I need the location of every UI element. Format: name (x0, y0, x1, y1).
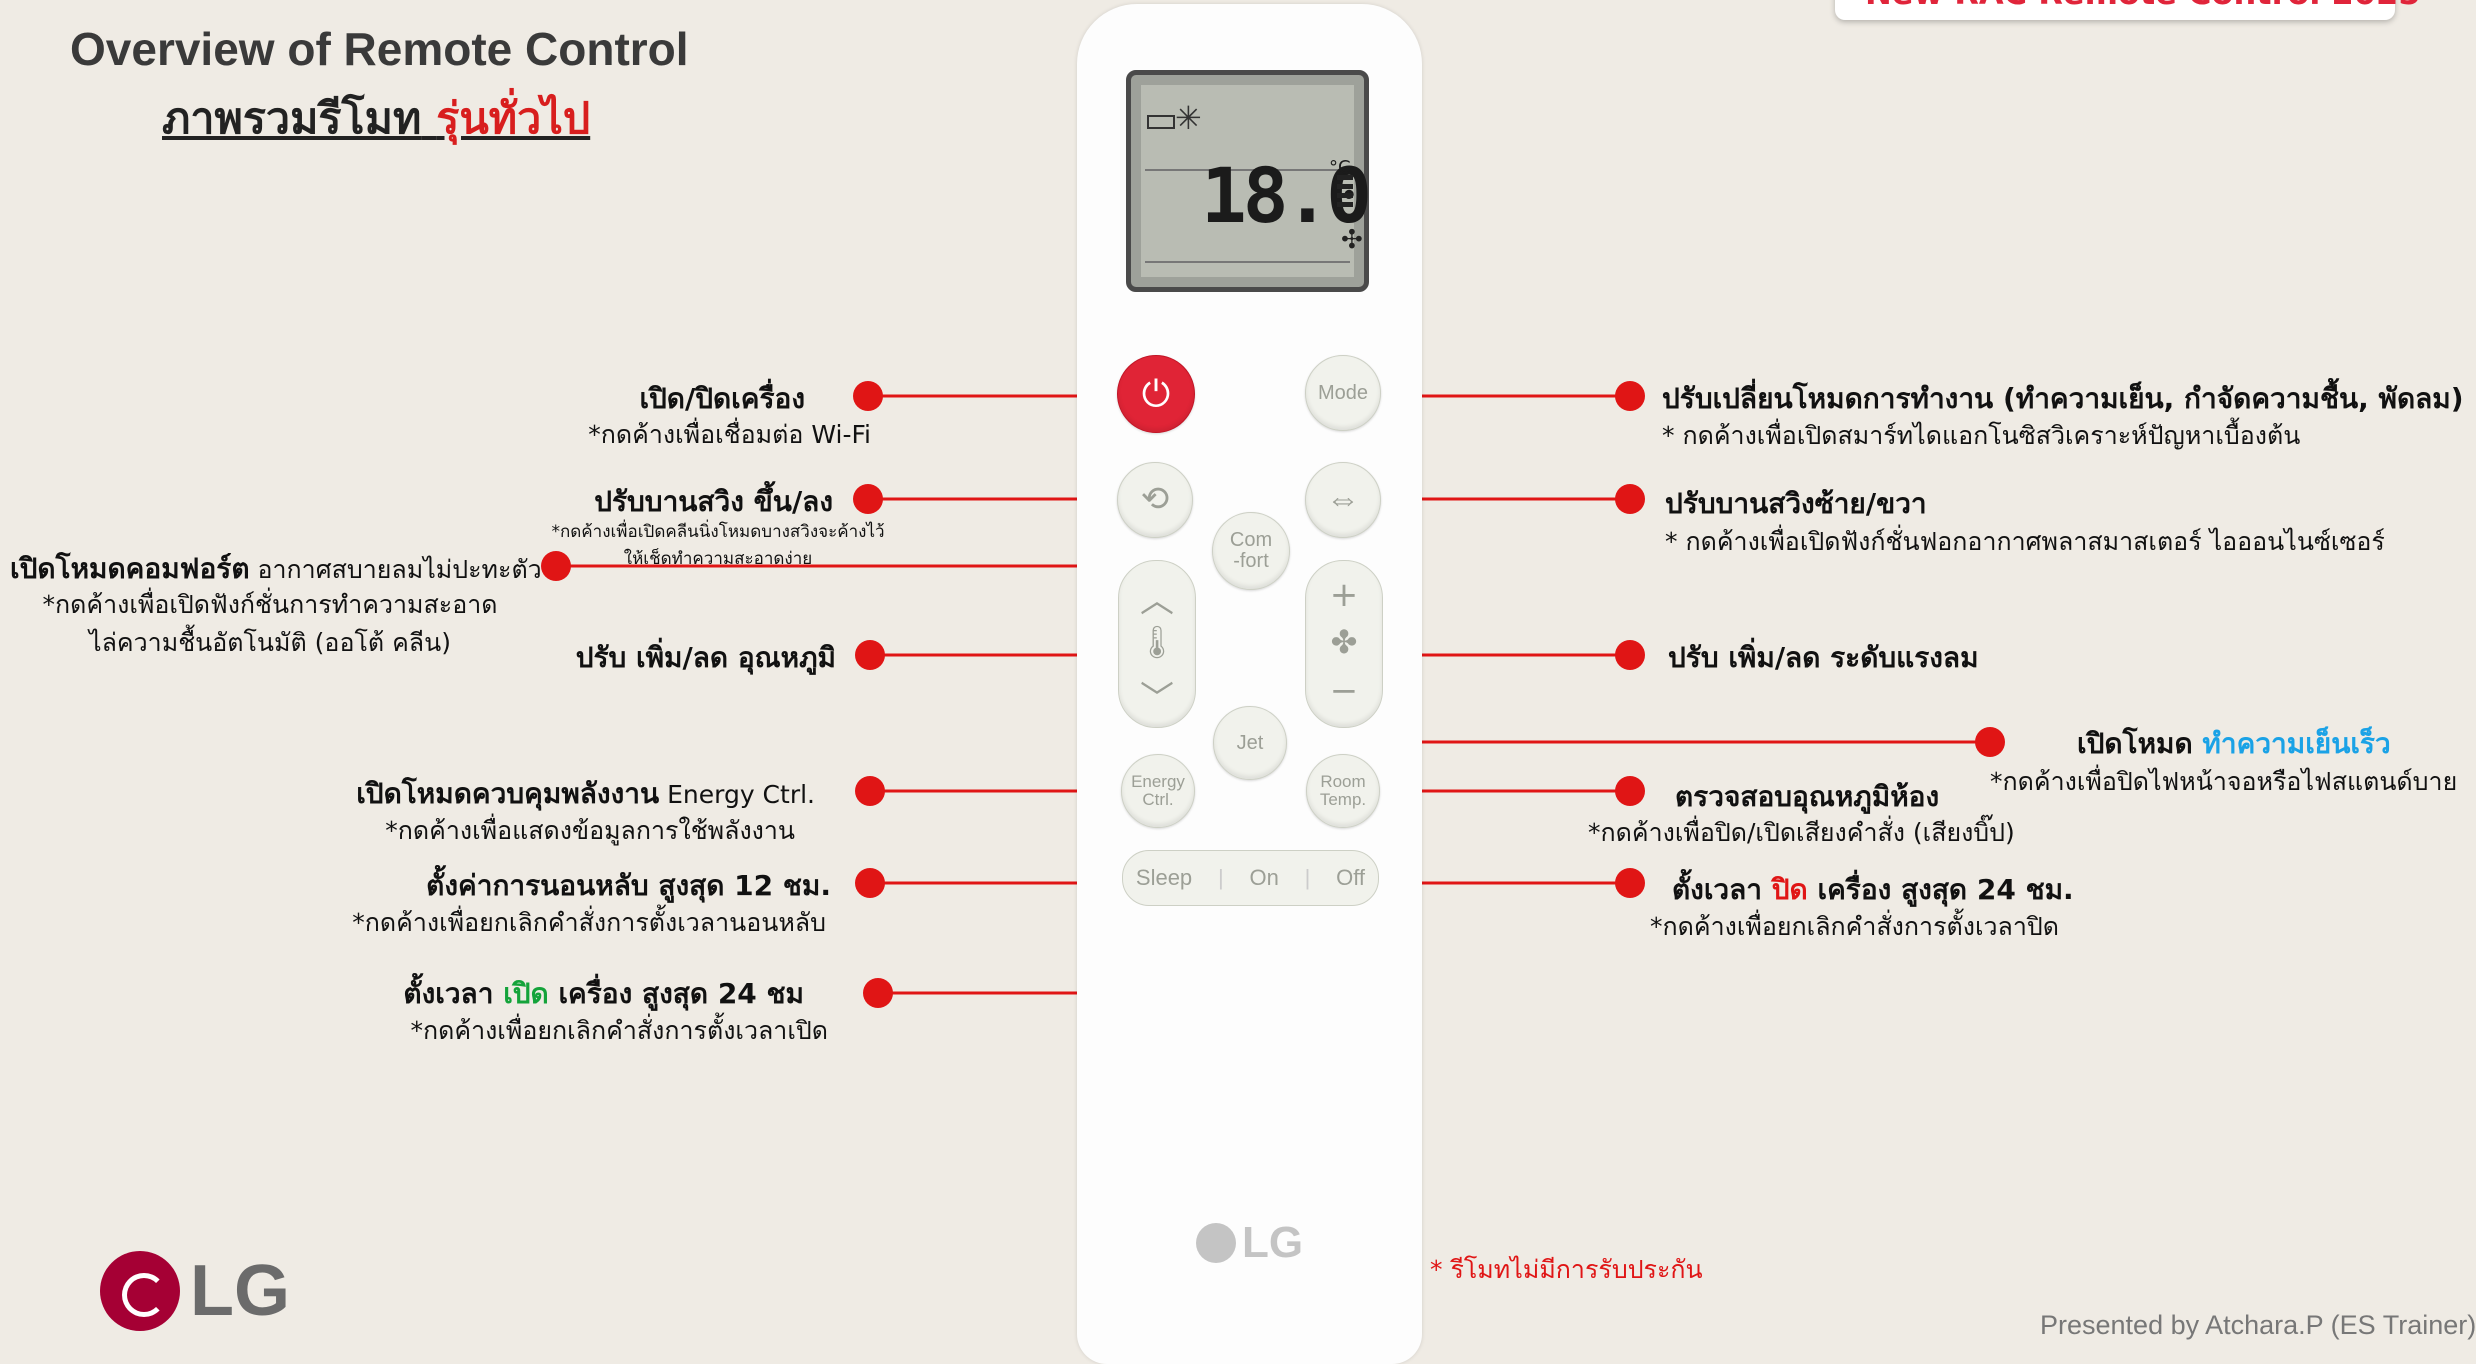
sleep-button[interactable]: Sleep (1136, 865, 1192, 891)
mode-button[interactable]: Mode (1305, 355, 1381, 431)
dot-jet (1975, 727, 2005, 757)
energy-ctrl-button[interactable]: Energy Ctrl. (1121, 754, 1195, 828)
callout-energy-note: *กดค้างเพื่อแสดงข้อมูลการใช้พลังงาน (385, 816, 795, 845)
callout-mode-title: ปรับเปลี่ยนโหมดการทำงาน (ทำความเย็น, กำจ… (1662, 382, 2464, 415)
callout-comfort: เปิดโหมดคอมฟอร์ต อากาศสบายลมไม่ปะทะตัว (10, 547, 542, 591)
callout-off-timer-title: ตั้งเวลา ปิด เครื่อง สูงสุด 24 ชม. (1672, 873, 2074, 906)
callout-jet-note: *กดค้างเพื่อปิดไฟหน้าจอหรือไฟสแตนด์บาย (1990, 767, 2458, 796)
thermometer-icon: 🌡 (1136, 623, 1178, 661)
jet-button-label: Jet (1236, 731, 1264, 754)
dot-on-timer (863, 978, 893, 1008)
callout-off-timer-note: *กดค้างเพื่อยกเลิกคำสั่งการตั้งเวลาปิด (1650, 912, 2059, 941)
callout-comfort-note: *กดค้างเพื่อเปิดฟังก์ชั่นการทำความสะอาดไ… (42, 590, 498, 657)
callout-swing-h-title: ปรับบานสวิงซ้าย/ขวา (1665, 487, 1927, 520)
dot-room (1615, 776, 1645, 806)
mode-button-label: Mode (1317, 381, 1369, 404)
callout-swing-v-note: *กดค้างเพื่อเปิดคลีนนิ่งโหมดบางสวิงจะค้า… (551, 522, 885, 569)
lcd-display: ✳ 18.0 °C ✣ (1126, 70, 1372, 292)
callout-energy-title: เปิดโหมดควบคุมพลังงาน (356, 777, 660, 810)
dot-mode (1615, 381, 1645, 411)
dot-swing-v (853, 484, 883, 514)
callout-temp-title: ปรับ เพิ่ม/ลด อุณหภูมิ (575, 641, 836, 674)
remote-brand: LG (1196, 1218, 1303, 1268)
jet-button[interactable]: Jet (1213, 706, 1287, 780)
callout-jet-title: เปิดโหมด ทำความเย็นเร็ว (2077, 727, 2391, 760)
callout-on-timer-note: *กดค้างเพื่อยกเลิกคำสั่งการตั้งเวลาเปิด (410, 1016, 828, 1045)
dot-temp (855, 640, 885, 670)
comfort-button-label: Com -fort (1229, 529, 1273, 572)
energy-ctrl-label: Energy Ctrl. (1131, 772, 1185, 809)
fan-down-icon[interactable]: − (1306, 671, 1382, 711)
callout-room-note: *กดค้างเพื่อปิด/เปิดเสียงคำสั่ง (เสียงบิ… (1588, 818, 2015, 847)
dot-swing-h (1615, 484, 1645, 514)
fan-speed-icon: ✤ (1330, 623, 1358, 661)
callout-swing-h-note: * กดค้างเพื่อเปิดฟังก์ชั่นฟอกอากาศพลาสมา… (1665, 527, 2385, 556)
callout-mode-note: * กดค้างเพื่อเปิดสมาร์ทไดแอกโนซิสวิเคราะ… (1662, 421, 2301, 450)
swing-vertical-button[interactable]: ⟲ (1117, 462, 1193, 538)
callout-sleep-title: ตั้งค่าการนอนหลับ สูงสุด 12 ชม. (426, 869, 831, 902)
swing-horizontal-button[interactable]: ⇔ (1305, 462, 1381, 538)
dot-sleep (855, 868, 885, 898)
callout-comfort-title: เปิดโหมดคอมฟอร์ต (10, 552, 250, 585)
callout-comfort-desc: อากาศสบายลมไม่ปะทะตัว (249, 555, 542, 584)
temperature-rocker[interactable]: ︿ 🌡 ﹀ (1118, 560, 1196, 728)
fan-icon: ✣ (1341, 225, 1363, 255)
presenter-credit: Presented by Atchara.P (ES Trainer) (2040, 1310, 2476, 1340)
dot-off-timer (1615, 868, 1645, 898)
callout-fan-title: ปรับ เพิ่ม/ลด ระดับแรงลม (1668, 641, 1979, 674)
power-icon: ⏻ (1141, 373, 1171, 415)
fan-up-icon[interactable]: + (1306, 575, 1382, 615)
dot-power (853, 381, 883, 411)
callout-energy: เปิดโหมดควบคุมพลังงาน Energy Ctrl. (356, 772, 815, 816)
callout-power-note: *กดค้างเพื่อเชื่อมต่อ Wi-Fi (588, 420, 871, 449)
room-temp-button[interactable]: Room Temp. (1306, 754, 1380, 828)
lg-logo: LG (100, 1250, 290, 1332)
lg-logo-icon (1196, 1223, 1236, 1263)
temp-down-icon[interactable]: ﹀ (1119, 671, 1195, 720)
timer-button-bar: Sleep | On | Off (1122, 850, 1379, 906)
on-timer-button[interactable]: On (1249, 865, 1278, 891)
callout-energy-desc: Energy Ctrl. (659, 780, 815, 809)
battery-icon (1147, 115, 1175, 129)
swing-vertical-icon: ⟲ (1140, 480, 1170, 519)
lg-logo-icon (100, 1251, 180, 1331)
off-timer-button[interactable]: Off (1336, 865, 1365, 891)
snowflake-icon: ✳ (1175, 99, 1202, 137)
fan-speed-rocker[interactable]: + ✤ − (1305, 560, 1383, 728)
room-temp-label: Room Temp. (1319, 772, 1367, 809)
warranty-warning: * รีโมทไม่มีการรับประกัน (1430, 1255, 1703, 1284)
dot-energy (855, 776, 885, 806)
fan-level-icon (1337, 175, 1353, 211)
callout-on-timer-title: ตั้งเวลา เปิด เครื่อง สูงสุด 24 ชม (403, 977, 804, 1010)
comfort-button[interactable]: Com -fort (1212, 512, 1290, 590)
temp-up-icon[interactable]: ︿ (1119, 573, 1195, 622)
dot-fan (1615, 640, 1645, 670)
swing-horizontal-icon: ⇔ (1326, 480, 1360, 519)
power-button[interactable]: ⏻ (1117, 355, 1195, 433)
callout-sleep-note: *กดค้างเพื่อยกเลิกคำสั่งการตั้งเวลานอนหล… (352, 908, 826, 937)
